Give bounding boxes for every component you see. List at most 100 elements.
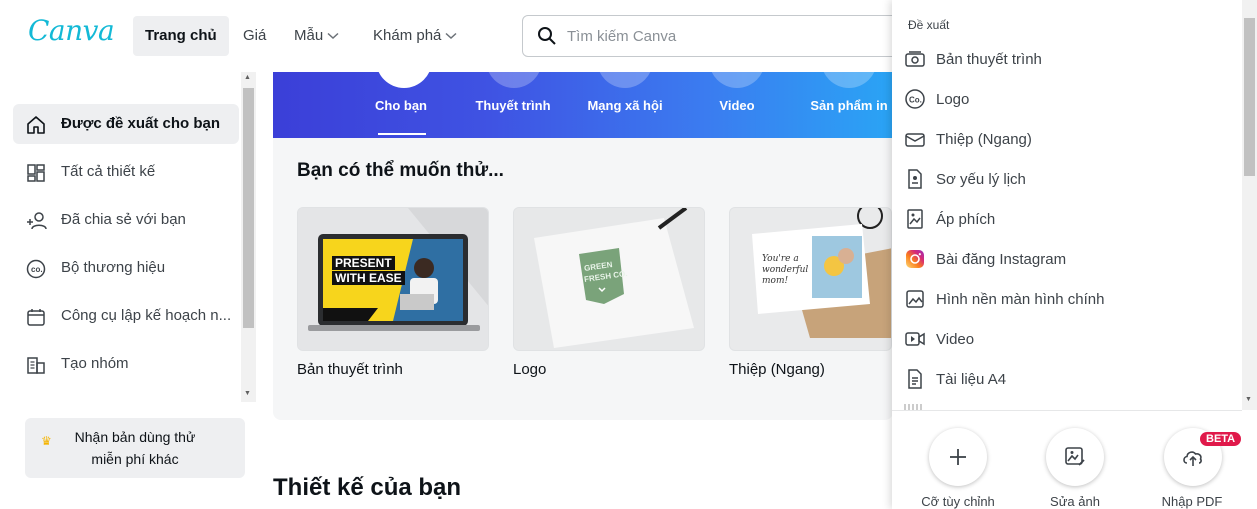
home-icon — [25, 114, 47, 136]
dropdown-item-logo[interactable]: Co. Logo — [904, 82, 1234, 116]
dropdown-item-label: Hình nền màn hình chính — [936, 291, 1105, 308]
scroll-down-arrow-icon[interactable]: ▼ — [244, 390, 251, 397]
nav-home-label: Trang chủ — [145, 27, 217, 44]
trial-line-1: Nhận bản dùng thử — [74, 429, 196, 445]
hero-tab-indicator — [378, 133, 426, 135]
greeting-thumb-line-2: wonderful — [762, 265, 809, 275]
scroll-up-arrow-icon[interactable]: ▲ — [244, 74, 251, 81]
suggestion-card-logo[interactable]: GREEN FRESH CO. — [513, 207, 705, 351]
edit-photo-button[interactable] — [1046, 428, 1104, 486]
scroll-down-arrow-icon[interactable]: ▼ — [1245, 396, 1252, 403]
sidebar-item-label: Được đề xuất cho bạn — [61, 115, 221, 132]
shared-users-icon — [25, 210, 47, 232]
instagram-icon — [904, 248, 926, 270]
sidebar-item-label: Bộ thương hiệu — [61, 259, 166, 276]
greeting-thumb-line-3: mom! — [762, 276, 789, 286]
hero-tab-social[interactable]: Mạng xã hội — [570, 98, 680, 113]
dropdown-item-resume[interactable]: Sơ yếu lý lịch — [904, 162, 1234, 196]
poster-icon — [904, 208, 926, 230]
free-trial-button[interactable]: ♛ Nhận bản dùng thử miễn phí khác — [25, 418, 245, 478]
canva-logo[interactable]: Canva — [28, 14, 115, 47]
suggestion-card-label: Bản thuyết trình — [297, 361, 403, 378]
dropdown-item-label: Sơ yếu lý lịch — [936, 171, 1026, 188]
nav-home[interactable]: Trang chủ — [133, 16, 229, 56]
dropdown-item-a4-document[interactable]: Tài liệu A4 — [904, 362, 1234, 396]
sidebar-scrollbar-thumb[interactable] — [243, 88, 254, 328]
hero-tab-print[interactable]: Sản phẩm in — [794, 98, 893, 113]
sidebar-item-label: Tạo nhóm — [61, 355, 129, 372]
nav-pricing[interactable]: Giá — [231, 16, 278, 56]
category-hero-banner: Cho bạn Thuyết trình Mạng xã hội Video S… — [273, 72, 893, 138]
hero-tab-circle-for-you[interactable] — [376, 72, 432, 88]
sidebar-item-label: Tất cả thiết kế — [61, 163, 156, 180]
dropdown-item-label: Video — [936, 331, 975, 348]
dropdown-item-wallpaper[interactable]: Hình nền màn hình chính — [904, 282, 1234, 316]
logo-icon: Co. — [904, 88, 926, 110]
grid-icon — [25, 162, 47, 184]
dropdown-item-video[interactable]: Video — [904, 322, 1234, 356]
video-icon — [904, 328, 926, 350]
hero-tab-circle-social[interactable] — [597, 72, 653, 88]
team-icon — [25, 354, 47, 376]
presentation-icon — [904, 48, 926, 70]
nav-discover[interactable]: Khám phá — [361, 16, 469, 56]
import-pdf-label: Nhập PDF — [1161, 494, 1223, 509]
dropdown-item-label: Tài liệu A4 — [936, 371, 1007, 388]
crown-icon: ♛ — [41, 434, 52, 448]
suggestion-card-label: Thiệp (Ngang) — [729, 361, 825, 378]
dropdown-item-label: Thiệp (Ngang) — [936, 131, 1032, 148]
edit-photo-label: Sửa ảnh — [1050, 494, 1100, 509]
chevron-down-icon — [327, 16, 339, 56]
dropdown-item-presentation[interactable]: Bản thuyết trình — [904, 42, 1234, 76]
calendar-icon — [25, 306, 47, 328]
dropdown-heading: Đề xuất — [908, 18, 950, 32]
suggestion-card-greeting[interactable]: You're a wonderful mom! — [729, 207, 892, 351]
greeting-card-thumbnail — [730, 208, 891, 350]
svg-text:Co.: Co. — [909, 96, 922, 105]
hero-tab-circle-video[interactable] — [709, 72, 765, 88]
dropdown-scrollbar-thumb[interactable] — [1244, 18, 1255, 176]
suggestions-title: Bạn có thể muốn thử... — [297, 160, 504, 181]
suggestion-card-presentation[interactable]: PRESENT WITH EASE — [297, 207, 489, 351]
nav-templates[interactable]: Mẫu — [282, 16, 351, 56]
sidebar-item-recommended[interactable]: Được đề xuất cho bạn — [13, 104, 239, 144]
hero-tab-presentations[interactable]: Thuyết trình — [458, 98, 568, 113]
sidebar-item-brand-kit[interactable]: co. Bộ thương hiệu — [13, 248, 239, 288]
sidebar-item-planner[interactable]: Công cụ lập kế hoạch n... — [13, 296, 239, 336]
hero-tab-circle-presentations[interactable] — [486, 72, 542, 88]
sidebar-item-shared[interactable]: Đã chia sẻ với bạn — [13, 200, 239, 240]
hero-tab-circle-print[interactable] — [821, 72, 877, 88]
dropdown-item-label: Bản thuyết trình — [936, 51, 1042, 68]
dropdown-item-label: Logo — [936, 91, 970, 108]
sidebar-item-create-team[interactable]: Tạo nhóm — [13, 344, 239, 384]
dropdown-item-card[interactable]: Thiệp (Ngang) — [904, 122, 1234, 156]
brand-kit-icon: co. — [25, 258, 47, 280]
hero-tab-for-you[interactable]: Cho bạn — [346, 98, 456, 113]
edit-photo-icon — [1065, 447, 1085, 466]
nav-templates-label: Mẫu — [294, 27, 324, 44]
sidebar: Được đề xuất cho bạn Tất cả thiết kế Đã … — [0, 72, 258, 402]
dropdown-item-label: Áp phích — [936, 211, 996, 228]
search-input[interactable] — [567, 25, 887, 47]
resume-icon — [904, 168, 926, 190]
dropdown-item-poster[interactable]: Áp phích — [904, 202, 1234, 236]
card-icon — [904, 128, 926, 150]
suggestion-card-label: Logo — [513, 361, 547, 378]
presentation-thumb-line-1: PRESENT — [332, 256, 395, 270]
hero-tab-video[interactable]: Video — [682, 98, 792, 113]
trial-line-2: miễn phí khác — [91, 451, 179, 467]
your-designs-heading: Thiết kế của bạn — [273, 474, 462, 501]
dropdown-item-instagram[interactable]: Bài đăng Instagram — [904, 242, 1234, 276]
upload-cloud-icon — [1183, 451, 1202, 466]
sidebar-item-all-designs[interactable]: Tất cả thiết kế — [13, 152, 239, 192]
sidebar-item-label: Công cụ lập kế hoạch n... — [61, 307, 232, 324]
custom-size-button[interactable] — [929, 428, 987, 486]
nav-discover-label: Khám phá — [373, 27, 442, 44]
dropdown-item-label: Bài đăng Instagram — [936, 251, 1067, 268]
search-bar[interactable] — [522, 15, 922, 57]
document-icon — [904, 368, 926, 390]
svg-text:co.: co. — [31, 265, 43, 274]
dropdown-divider — [892, 410, 1242, 411]
greeting-thumb-line-1: You're a — [762, 254, 799, 264]
sidebar-item-label: Đã chia sẻ với bạn — [61, 211, 186, 228]
